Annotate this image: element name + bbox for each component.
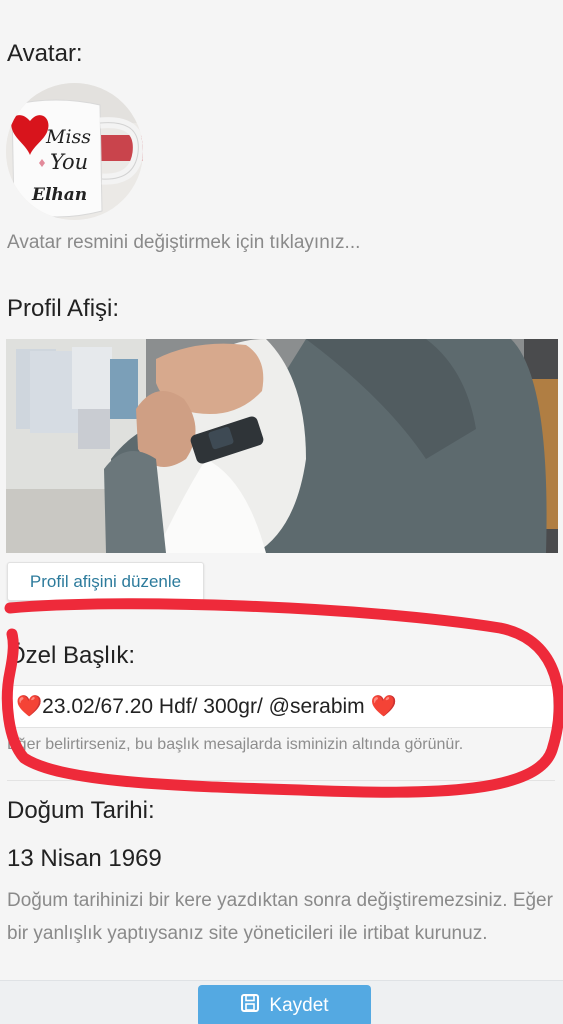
- birthday-value: 13 Nisan 1969: [7, 845, 162, 872]
- avatar-label: Avatar:: [7, 40, 83, 67]
- banner-label: Profil Afişi:: [7, 295, 120, 322]
- custom-title-label: Özel Başlık:: [7, 642, 136, 669]
- section-divider: [7, 780, 555, 781]
- floppy-disk-icon: [240, 993, 260, 1019]
- profile-banner: [6, 339, 558, 553]
- mug-text-miss: Miss: [45, 126, 91, 148]
- edit-banner-button[interactable]: Profil afişini düzenle: [7, 562, 204, 601]
- custom-title-input[interactable]: ❤️23.02/67.20 Hdf/ 300gr/ @serabim ❤️: [7, 685, 554, 728]
- banner-image: [6, 339, 558, 553]
- avatar[interactable]: Miss You Elhan: [6, 83, 143, 220]
- avatar-image: Miss You Elhan: [6, 83, 143, 220]
- mug-text-name: Elhan: [31, 185, 87, 205]
- save-button[interactable]: Kaydet: [198, 985, 371, 1024]
- custom-title-hint: Eğer belirtirseniz, bu başlık mesajlarda…: [7, 736, 464, 753]
- birthday-label: Doğum Tarihi:: [7, 797, 155, 824]
- avatar-hint: Avatar resmini değiştirmek için tıklayın…: [7, 232, 361, 253]
- mug-text-you: You: [50, 150, 88, 174]
- birthday-hint: Doğum tarihinizi bir kere yazdıktan sonr…: [7, 890, 553, 944]
- save-button-label: Kaydet: [269, 995, 329, 1016]
